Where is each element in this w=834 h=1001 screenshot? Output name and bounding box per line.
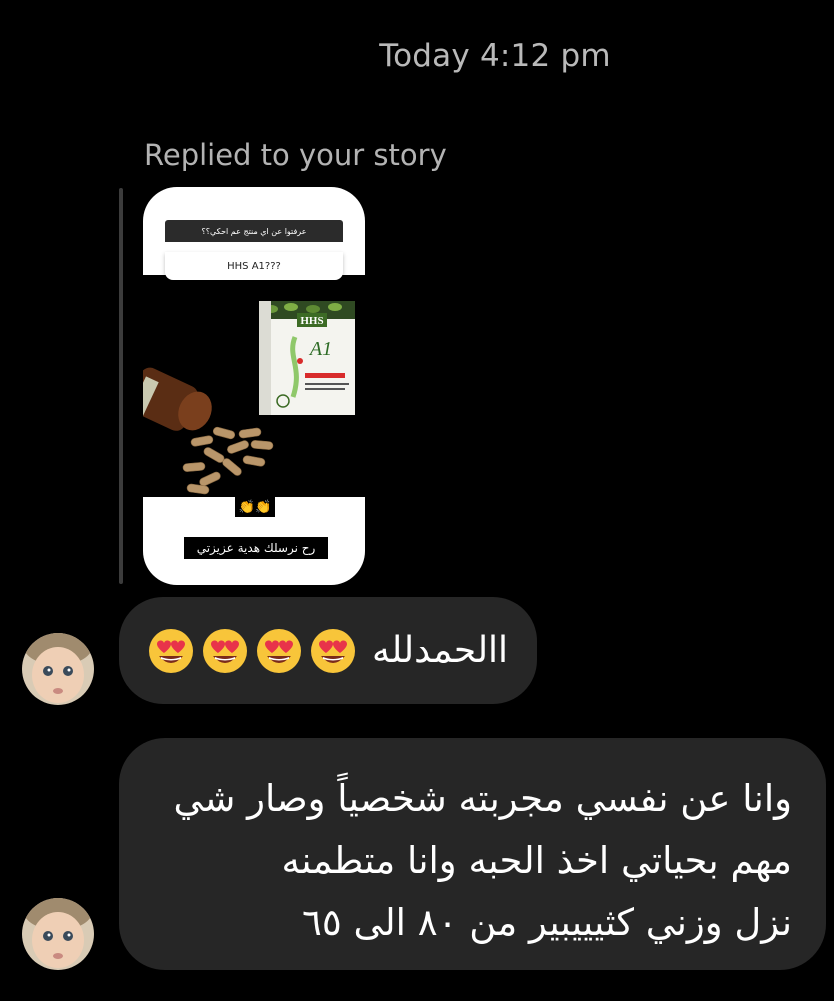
heart-eyes-emoji xyxy=(148,628,193,673)
sender-avatar[interactable] xyxy=(22,898,94,970)
emoji-group xyxy=(148,628,356,674)
reply-indicator-bar xyxy=(119,188,123,584)
message-line: مهم بحياتي اخذ الحبه وانا متطمنه xyxy=(281,839,792,882)
story-preview[interactable]: عرفتوا عن اي منتج عم احكي؟؟ HHS A1??? HH… xyxy=(143,187,365,585)
story-caption: رح نرسلك هدية عزيزتي xyxy=(184,537,328,559)
capsules-image xyxy=(143,367,274,495)
heart-eyes-emoji xyxy=(310,628,355,673)
story-reply-label: Replied to your story xyxy=(144,138,447,172)
product-name-text: A1 xyxy=(308,338,332,360)
message-bubble[interactable]: وانا عن نفسي مجربته شخصياً وصار شي مهم ب… xyxy=(119,738,826,970)
story-question: عرفتوا عن اي منتج عم احكي؟؟ xyxy=(165,220,343,242)
message-text: االحمدلله xyxy=(371,630,509,671)
baby-avatar-icon xyxy=(22,898,94,970)
sender-avatar[interactable] xyxy=(22,633,94,705)
heart-eyes-emoji xyxy=(256,628,301,673)
message-timestamp: Today 4:12 pm xyxy=(379,38,611,74)
heart-eyes-emoji xyxy=(202,628,247,673)
message-bubble[interactable]: االحمدلله xyxy=(119,597,537,704)
message-line: وانا عن نفسي مجربته شخصياً وصار شي xyxy=(173,777,793,820)
baby-avatar-icon xyxy=(22,633,94,705)
clapping-hands-icon: 👏👏 xyxy=(235,497,275,517)
product-brand-text: HHS xyxy=(300,315,323,327)
story-question-answer: HHS A1??? xyxy=(165,252,343,280)
message-line: نزل وزني كثيييبير من ٨٠ الى ٦٥ xyxy=(302,901,792,944)
